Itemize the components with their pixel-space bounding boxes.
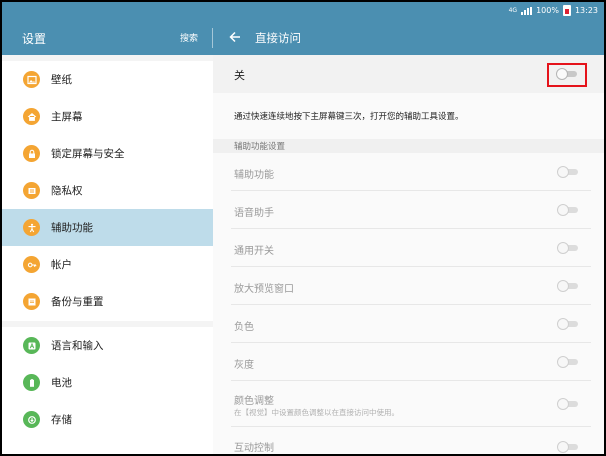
settings-title: 设置 <box>22 32 47 46</box>
sidebar-item-label: 电池 <box>51 377 72 389</box>
back-button[interactable] <box>224 26 246 48</box>
sidebar-item-language-input[interactable]: 语言和输入 <box>2 327 213 364</box>
network-type-icon: 4G <box>508 6 518 14</box>
setting-row-interaction-control: 互动控制 <box>213 427 604 454</box>
battery-icon <box>562 5 571 16</box>
setting-toggle <box>557 166 579 178</box>
sidebar-item-wallpaper[interactable]: 壁纸 <box>2 61 213 98</box>
language-icon <box>23 337 40 354</box>
setting-sublabel: 在【视觉】中设置颜色调整以在直接访问中使用。 <box>234 408 399 417</box>
sidebar-group-personal: 壁纸 主屏幕 锁定屏幕与安全 隐私权 辅助功能 帐户 备份与重置 <box>2 61 213 321</box>
app-header: 设置 搜索 直接访问 <box>2 20 604 55</box>
setting-row-color-adjustment: 颜色调整 在【视觉】中设置颜色调整以在直接访问中使用。 <box>213 381 604 427</box>
setting-label: 颜色调整 <box>234 396 274 407</box>
page-title: 直接访问 <box>255 31 301 45</box>
section-title: 辅助功能设置 <box>234 142 286 152</box>
setting-row-universal-switch: 通用开关 <box>213 229 604 267</box>
sidebar-item-accounts[interactable]: 帐户 <box>2 246 213 283</box>
backup-icon <box>23 293 40 310</box>
sidebar-item-label: 锁定屏幕与安全 <box>51 148 125 160</box>
master-switch-label: 关 <box>234 69 245 82</box>
search-button[interactable]: 搜索 <box>180 31 198 44</box>
setting-row-magnifier-window: 放大预览窗口 <box>213 267 604 305</box>
accessibility-icon <box>23 219 40 236</box>
setting-label: 放大预览窗口 <box>234 284 294 295</box>
master-switch-row[interactable]: 关 <box>213 55 604 93</box>
setting-toggle <box>557 441 579 453</box>
screen: 4G 100% 13:23 设置 搜索 直接访问 壁纸 主屏幕 锁定屏幕与安全 … <box>2 2 604 454</box>
setting-label: 通用开关 <box>234 246 274 257</box>
status-icons: 4G 100% 13:23 <box>509 5 598 16</box>
setting-row-negative-colors: 负色 <box>213 305 604 343</box>
sidebar-item-accessibility[interactable]: 辅助功能 <box>2 209 213 246</box>
setting-row-voice-assistant: 语音助手 <box>213 191 604 229</box>
setting-label: 负色 <box>234 322 254 333</box>
setting-row-accessibility: 辅助功能 <box>213 153 604 191</box>
sidebar-item-label: 语言和输入 <box>51 340 104 352</box>
sidebar-group-system: 语言和输入 电池 存储 <box>2 327 213 454</box>
sidebar-item-privacy[interactable]: 隐私权 <box>2 172 213 209</box>
setting-label: 语音助手 <box>234 208 274 219</box>
clock: 13:23 <box>574 6 598 15</box>
setting-toggle <box>557 280 579 292</box>
storage-icon <box>23 411 40 428</box>
description-text: 通过快速连续地按下主屏幕键三次，打开您的辅助工具设置。 <box>234 112 464 122</box>
sidebar-item-storage[interactable]: 存储 <box>2 401 213 438</box>
settings-sidebar: 壁纸 主屏幕 锁定屏幕与安全 隐私权 辅助功能 帐户 备份与重置 语言和输入 电… <box>2 55 213 454</box>
signal-icon <box>521 6 533 15</box>
setting-label: 辅助功能 <box>234 170 274 181</box>
battery-icon <box>23 374 40 391</box>
sidebar-item-battery[interactable]: 电池 <box>2 364 213 401</box>
setting-toggle <box>557 356 579 368</box>
direct-access-panel: 关 通过快速连续地按下主屏幕键三次，打开您的辅助工具设置。 辅助功能设置 辅助功… <box>213 55 604 454</box>
setting-toggle <box>557 204 579 216</box>
setting-label: 灰度 <box>234 360 254 371</box>
setting-toggle <box>557 242 579 254</box>
sidebar-item-label: 隐私权 <box>51 185 83 197</box>
sidebar-item-label: 辅助功能 <box>51 222 93 234</box>
setting-row-grayscale: 灰度 <box>213 343 604 381</box>
sidebar-item-backup-reset[interactable]: 备份与重置 <box>2 283 213 320</box>
home-icon <box>23 108 40 125</box>
sidebar-item-label: 存储 <box>51 414 72 426</box>
sidebar-item-home-screen[interactable]: 主屏幕 <box>2 98 213 135</box>
sidebar-item-lock-screen[interactable]: 锁定屏幕与安全 <box>2 135 213 172</box>
privacy-icon <box>23 182 40 199</box>
header-divider <box>212 28 213 48</box>
highlight-box <box>547 63 587 87</box>
back-arrow-icon <box>229 31 240 43</box>
section-header: 辅助功能设置 <box>213 139 604 153</box>
sidebar-item-label: 备份与重置 <box>51 296 104 308</box>
key-icon <box>23 256 40 273</box>
sidebar-item-label: 壁纸 <box>51 74 72 86</box>
sidebar-item-label: 帐户 <box>51 259 72 271</box>
sidebar-item-label: 主屏幕 <box>51 111 83 123</box>
description-area: 通过快速连续地按下主屏幕键三次，打开您的辅助工具设置。 <box>213 93 604 139</box>
lock-icon <box>23 145 40 162</box>
setting-label: 互动控制 <box>234 443 274 454</box>
status-bar: 4G 100% 13:23 <box>2 2 604 20</box>
setting-toggle <box>557 398 579 410</box>
wallpaper-icon <box>23 71 40 88</box>
setting-toggle <box>557 318 579 330</box>
battery-percent: 100% <box>536 6 559 15</box>
